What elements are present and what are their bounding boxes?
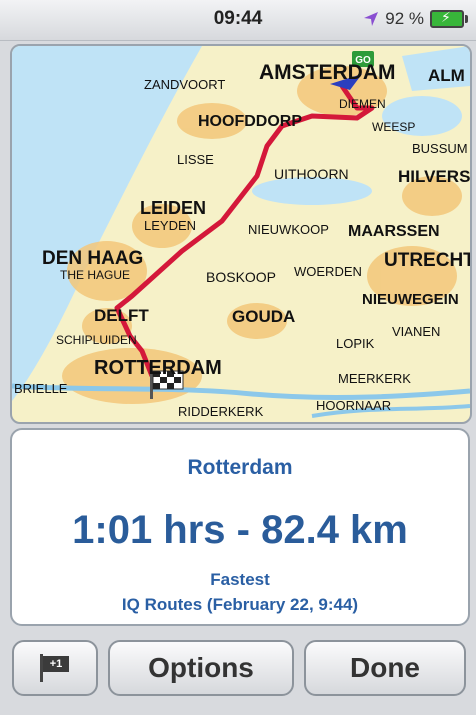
map-label-diemen: DIEMEN [339, 97, 386, 111]
map-label-gouda: GOUDA [232, 307, 295, 326]
done-button[interactable]: Done [304, 640, 466, 696]
map-label-schipluiden: SCHIPLUIDEN [56, 333, 137, 347]
map-label-delft: DELFT [94, 306, 149, 325]
map-label-utrecht: UTRECHT [384, 250, 470, 271]
battery-charging-icon: ⚡ [430, 9, 468, 28]
route-source: IQ Routes (February 22, 9:44) [121, 595, 359, 614]
map-label-rotterdam: ROTTERDAM [94, 357, 222, 379]
route-time-distance: 1:01 hrs - 82.4 km [72, 508, 408, 552]
map-label-boskoop: BOSKOOP [206, 269, 276, 285]
flag-icon: +1 [38, 654, 72, 682]
map-label-lopik: LOPIK [336, 336, 375, 351]
map-label-zandvoort: ZANDVOORT [144, 77, 225, 92]
add-waypoint-button[interactable]: +1 [12, 640, 98, 696]
destination-name: Rotterdam [187, 456, 293, 479]
route-summary-panel: Rotterdam 1:01 hrs - 82.4 km Fastest IQ … [10, 428, 470, 626]
route-type: Fastest [210, 570, 270, 589]
map-label-vianen: VIANEN [392, 324, 440, 339]
status-right: 92 % ⚡ [363, 9, 468, 29]
map-label-meerkerk: MEERKERK [338, 371, 411, 386]
route-map[interactable]: GO AMSTERDAM ALM ZANDVOORT HOOFDDORP DIE… [10, 44, 472, 424]
map-label-the-hague: THE HAGUE [60, 268, 130, 282]
map-label-bussum: BUSSUM [412, 141, 468, 156]
map-label-woerden: WOERDEN [294, 264, 362, 279]
map-label-nieuwegein: NIEUWEGEIN [362, 291, 459, 308]
map-label-brielle: BRIELLE [14, 381, 68, 396]
location-arrow-icon [364, 12, 379, 26]
map-canvas[interactable]: GO AMSTERDAM ALM ZANDVOORT HOOFDDORP DIE… [12, 46, 470, 422]
map-label-uithoorn: UITHOORN [274, 166, 349, 182]
map-label-nieuwkoop: NIEUWKOOP [248, 222, 329, 237]
battery-percent: 92 % [385, 9, 424, 28]
status-bar: 09:44 92 % ⚡ [0, 0, 476, 41]
options-button[interactable]: Options [108, 640, 294, 696]
map-label-alm: ALM [428, 66, 465, 85]
map-label-maarssen: MAARSSEN [348, 223, 440, 240]
map-label-ridderkerk: RIDDERKERK [178, 404, 264, 419]
map-label-den-haag: DEN HAAG [42, 248, 143, 269]
map-label-amsterdam: AMSTERDAM [259, 61, 396, 84]
flag-badge: +1 [43, 656, 69, 672]
map-label-hoornaar: HOORNAAR [316, 398, 391, 413]
map-label-weesp: WEESP [372, 120, 415, 134]
map-label-leyden: LEYDEN [144, 218, 196, 233]
map-label-leiden: LEIDEN [140, 198, 206, 218]
map-label-hoofddorp: HOOFDDORP [198, 113, 302, 130]
map-label-lisse: LISSE [177, 152, 214, 167]
map-label-hilversum: HILVERS [398, 167, 470, 186]
